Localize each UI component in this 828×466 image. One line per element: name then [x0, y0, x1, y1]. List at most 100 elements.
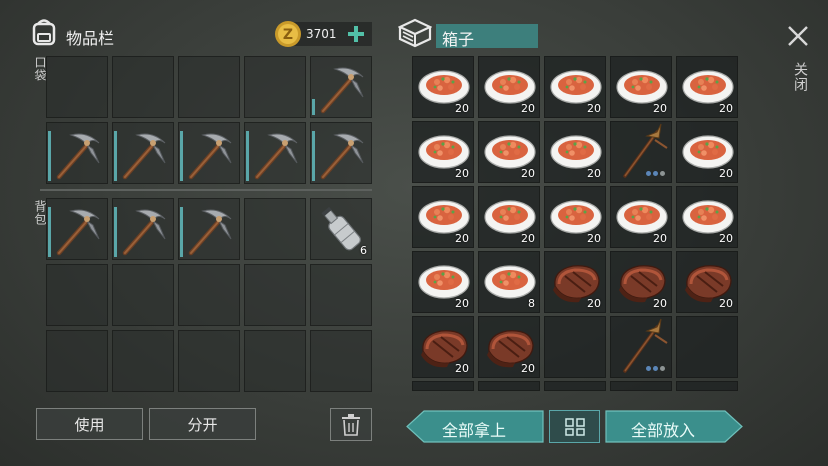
empty-slot[interactable] — [244, 264, 306, 326]
empty-slot[interactable] — [112, 56, 174, 118]
pickaxe-icon — [122, 209, 166, 256]
item-count: 6 — [360, 244, 367, 257]
empty-slot[interactable] — [310, 330, 372, 392]
item-count: 20 — [719, 232, 733, 245]
item-slot[interactable] — [46, 122, 108, 184]
item-count: 20 — [455, 232, 469, 245]
item-slot[interactable]: 20 — [478, 316, 540, 378]
empty-slot[interactable] — [178, 330, 240, 392]
item-count: 20 — [521, 232, 535, 245]
coin-icon: Z — [274, 20, 302, 48]
pickaxe-icon — [254, 133, 298, 180]
trash-icon — [342, 413, 360, 436]
empty-slot[interactable] — [46, 330, 108, 392]
item-count: 20 — [455, 102, 469, 115]
empty-slot[interactable] — [112, 264, 174, 326]
empty-slot[interactable] — [178, 56, 240, 118]
item-slot[interactable]: 20 — [412, 251, 474, 313]
empty-slot[interactable] — [178, 264, 240, 326]
empty-slot[interactable] — [544, 381, 606, 391]
sort-button[interactable] — [549, 410, 600, 443]
item-slot[interactable]: 20 — [544, 186, 606, 248]
split-button[interactable]: 分开 — [149, 408, 256, 440]
inventory-title: 物品栏 — [66, 29, 115, 48]
add-currency-button[interactable] — [346, 24, 366, 44]
empty-slot[interactable] — [544, 316, 606, 378]
empty-slot[interactable] — [46, 56, 108, 118]
item-slot[interactable] — [178, 122, 240, 184]
section-divider — [40, 189, 372, 191]
grid-sort-icon — [565, 418, 585, 436]
item-count: 8 — [528, 297, 535, 310]
item-slot[interactable] — [112, 198, 174, 260]
use-button[interactable]: 使用 — [36, 408, 143, 440]
item-slot[interactable]: 20 — [544, 121, 606, 183]
empty-slot[interactable] — [610, 381, 672, 391]
empty-slot[interactable] — [46, 264, 108, 326]
upgrade-dots — [646, 366, 665, 371]
pickaxe-icon — [188, 209, 232, 256]
item-slot[interactable] — [610, 316, 672, 378]
item-slot[interactable] — [310, 122, 372, 184]
item-slot[interactable]: 20 — [412, 186, 474, 248]
item-slot[interactable] — [112, 122, 174, 184]
backpack-icon — [28, 16, 60, 48]
item-count: 20 — [521, 362, 535, 375]
item-slot[interactable]: 20 — [676, 251, 738, 313]
item-count: 20 — [719, 297, 733, 310]
item-slot[interactable]: 20 — [610, 186, 672, 248]
item-count: 20 — [455, 297, 469, 310]
put-all-button[interactable]: 全部放入 — [605, 410, 743, 443]
item-slot[interactable]: 8 — [478, 251, 540, 313]
item-slot[interactable]: 20 — [478, 56, 540, 118]
delete-button[interactable] — [330, 408, 372, 441]
item-slot[interactable]: 20 — [478, 186, 540, 248]
item-slot[interactable] — [244, 122, 306, 184]
item-slot[interactable]: 20 — [676, 186, 738, 248]
item-count: 20 — [455, 362, 469, 375]
item-slot[interactable]: 20 — [544, 251, 606, 313]
item-count: 20 — [521, 167, 535, 180]
item-slot[interactable] — [310, 56, 372, 118]
item-slot[interactable] — [610, 121, 672, 183]
item-slot[interactable]: 20 — [544, 56, 606, 118]
pickaxe-icon — [320, 67, 364, 114]
empty-slot[interactable] — [676, 381, 738, 391]
item-slot[interactable]: 20 — [610, 251, 672, 313]
empty-slot[interactable] — [244, 330, 306, 392]
empty-slot[interactable] — [676, 316, 738, 378]
item-slot[interactable]: 20 — [676, 56, 738, 118]
item-slot[interactable]: 20 — [676, 121, 738, 183]
item-count: 20 — [521, 102, 535, 115]
box-title: 箱子 — [442, 30, 475, 49]
item-count: 20 — [653, 297, 667, 310]
pickaxe-icon — [56, 209, 100, 256]
empty-slot[interactable] — [478, 381, 540, 391]
pickaxe-icon — [122, 133, 166, 180]
empty-slot[interactable] — [112, 330, 174, 392]
item-count: 20 — [719, 167, 733, 180]
item-count: 20 — [587, 297, 601, 310]
pickaxe-icon — [56, 133, 100, 180]
item-slot[interactable]: 20 — [478, 121, 540, 183]
svg-text:Z: Z — [283, 27, 293, 43]
take-all-button[interactable]: 全部拿上 — [406, 410, 544, 443]
item-slot[interactable]: 20 — [412, 56, 474, 118]
item-slot[interactable]: 20 — [412, 121, 474, 183]
item-count: 20 — [587, 102, 601, 115]
item-slot[interactable] — [178, 198, 240, 260]
item-slot[interactable]: 6 — [310, 198, 372, 260]
empty-slot[interactable] — [412, 381, 474, 391]
item-slot[interactable]: 20 — [610, 56, 672, 118]
put-all-label: 全部放入 — [631, 421, 696, 440]
item-count: 20 — [719, 102, 733, 115]
close-label[interactable]: 关闭 — [790, 62, 810, 92]
empty-slot[interactable] — [310, 264, 372, 326]
item-slot[interactable]: 20 — [412, 316, 474, 378]
box-icon — [397, 18, 433, 48]
close-button[interactable] — [786, 24, 810, 48]
item-slot[interactable] — [46, 198, 108, 260]
empty-slot[interactable] — [244, 56, 306, 118]
plus-icon — [348, 26, 364, 42]
empty-slot[interactable] — [244, 198, 306, 260]
